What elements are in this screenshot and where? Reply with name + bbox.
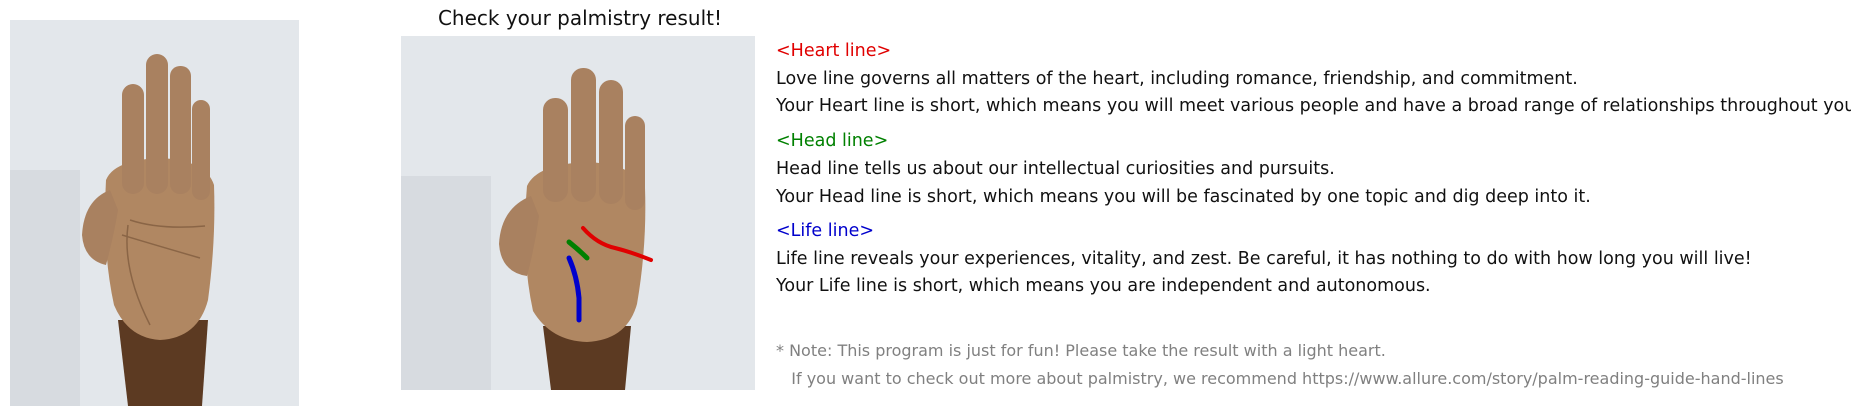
palmistry-reference-note: If you want to check out more about palm… xyxy=(776,369,1784,388)
life-line-description: Life line reveals your experiences, vita… xyxy=(776,249,1752,269)
hand-illustration xyxy=(10,20,299,406)
heart-line-header: <Heart line> xyxy=(776,41,892,61)
annotated-hand-photo xyxy=(401,36,755,390)
result-title: Check your palmistry result! xyxy=(437,6,723,30)
annotated-hand-illustration xyxy=(401,36,755,390)
heart-line-result: Your Heart line is short, which means yo… xyxy=(776,96,1851,116)
head-line-header: <Head line> xyxy=(776,131,889,151)
head-line-result: Your Head line is short, which means you… xyxy=(776,187,1591,207)
head-line-description: Head line tells us about our intellectua… xyxy=(776,159,1335,179)
original-hand-photo xyxy=(10,20,299,406)
life-line-result: Your Life line is short, which means you… xyxy=(776,276,1431,296)
life-line-header: <Life line> xyxy=(776,221,875,241)
fun-disclaimer-note: * Note: This program is just for fun! Pl… xyxy=(776,341,1386,360)
heart-line-description: Love line governs all matters of the hea… xyxy=(776,69,1578,89)
